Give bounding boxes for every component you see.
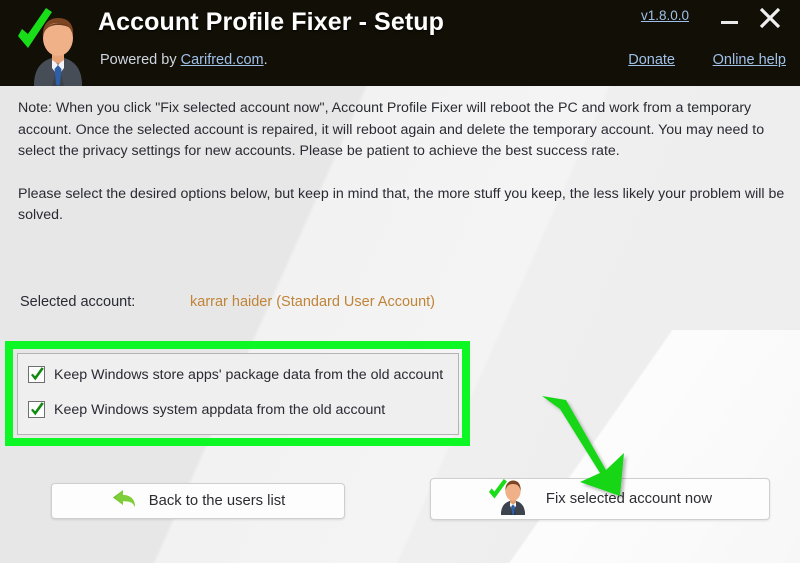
option-row-store-apps[interactable]: Keep Windows store apps' package data fr… bbox=[28, 366, 443, 383]
app-window: Account Profile Fixer - Setup Powered by… bbox=[0, 0, 800, 563]
app-logo-icon bbox=[12, 6, 90, 86]
background-sheen-corner bbox=[430, 330, 800, 563]
option-row-system-appdata[interactable]: Keep Windows system appdata from the old… bbox=[28, 401, 385, 418]
notice-paragraph-2: Please select the desired options below,… bbox=[18, 185, 785, 224]
checkbox-keep-store-apps[interactable] bbox=[28, 366, 45, 383]
selected-account-label: Selected account: bbox=[20, 294, 136, 310]
option-label-store-apps: Keep Windows store apps' package data fr… bbox=[54, 366, 444, 383]
donate-link[interactable]: Donate bbox=[628, 52, 675, 68]
user-check-icon bbox=[488, 478, 532, 520]
back-to-users-list-label: Back to the users list bbox=[148, 493, 286, 509]
option-label-system-appdata: Keep Windows system appdata from the old… bbox=[54, 401, 386, 418]
notice-text: Note: When you click "Fix selected accou… bbox=[18, 98, 786, 227]
checkmark-icon bbox=[31, 367, 44, 381]
undo-arrow-icon bbox=[111, 487, 137, 516]
notice-paragraph-1: Note: When you click "Fix selected accou… bbox=[18, 100, 765, 159]
fix-selected-account-button[interactable]: Fix selected account now bbox=[430, 478, 770, 520]
app-title: Account Profile Fixer - Setup bbox=[98, 8, 445, 36]
online-help-link[interactable]: Online help bbox=[713, 52, 786, 68]
title-bar: Account Profile Fixer - Setup Powered by… bbox=[0, 0, 800, 86]
powered-by-suffix: . bbox=[263, 52, 268, 68]
selected-account-value: karrar haider (Standard User Account) bbox=[190, 294, 435, 310]
options-panel: Keep Windows store apps' package data fr… bbox=[17, 353, 459, 435]
powered-by-prefix: Powered by bbox=[100, 52, 181, 68]
carifred-link[interactable]: Carifred.com bbox=[181, 52, 264, 68]
minimize-icon[interactable] bbox=[717, 5, 743, 31]
checkmark-icon bbox=[31, 402, 44, 416]
powered-by-line: Powered by Carifred.com. bbox=[100, 52, 268, 68]
version-link[interactable]: v1.8.0.0 bbox=[641, 8, 689, 23]
close-icon[interactable] bbox=[754, 2, 786, 34]
back-to-users-list-button[interactable]: Back to the users list bbox=[51, 483, 345, 519]
fix-selected-account-label: Fix selected account now bbox=[545, 491, 713, 507]
checkbox-keep-system-appdata[interactable] bbox=[28, 401, 45, 418]
